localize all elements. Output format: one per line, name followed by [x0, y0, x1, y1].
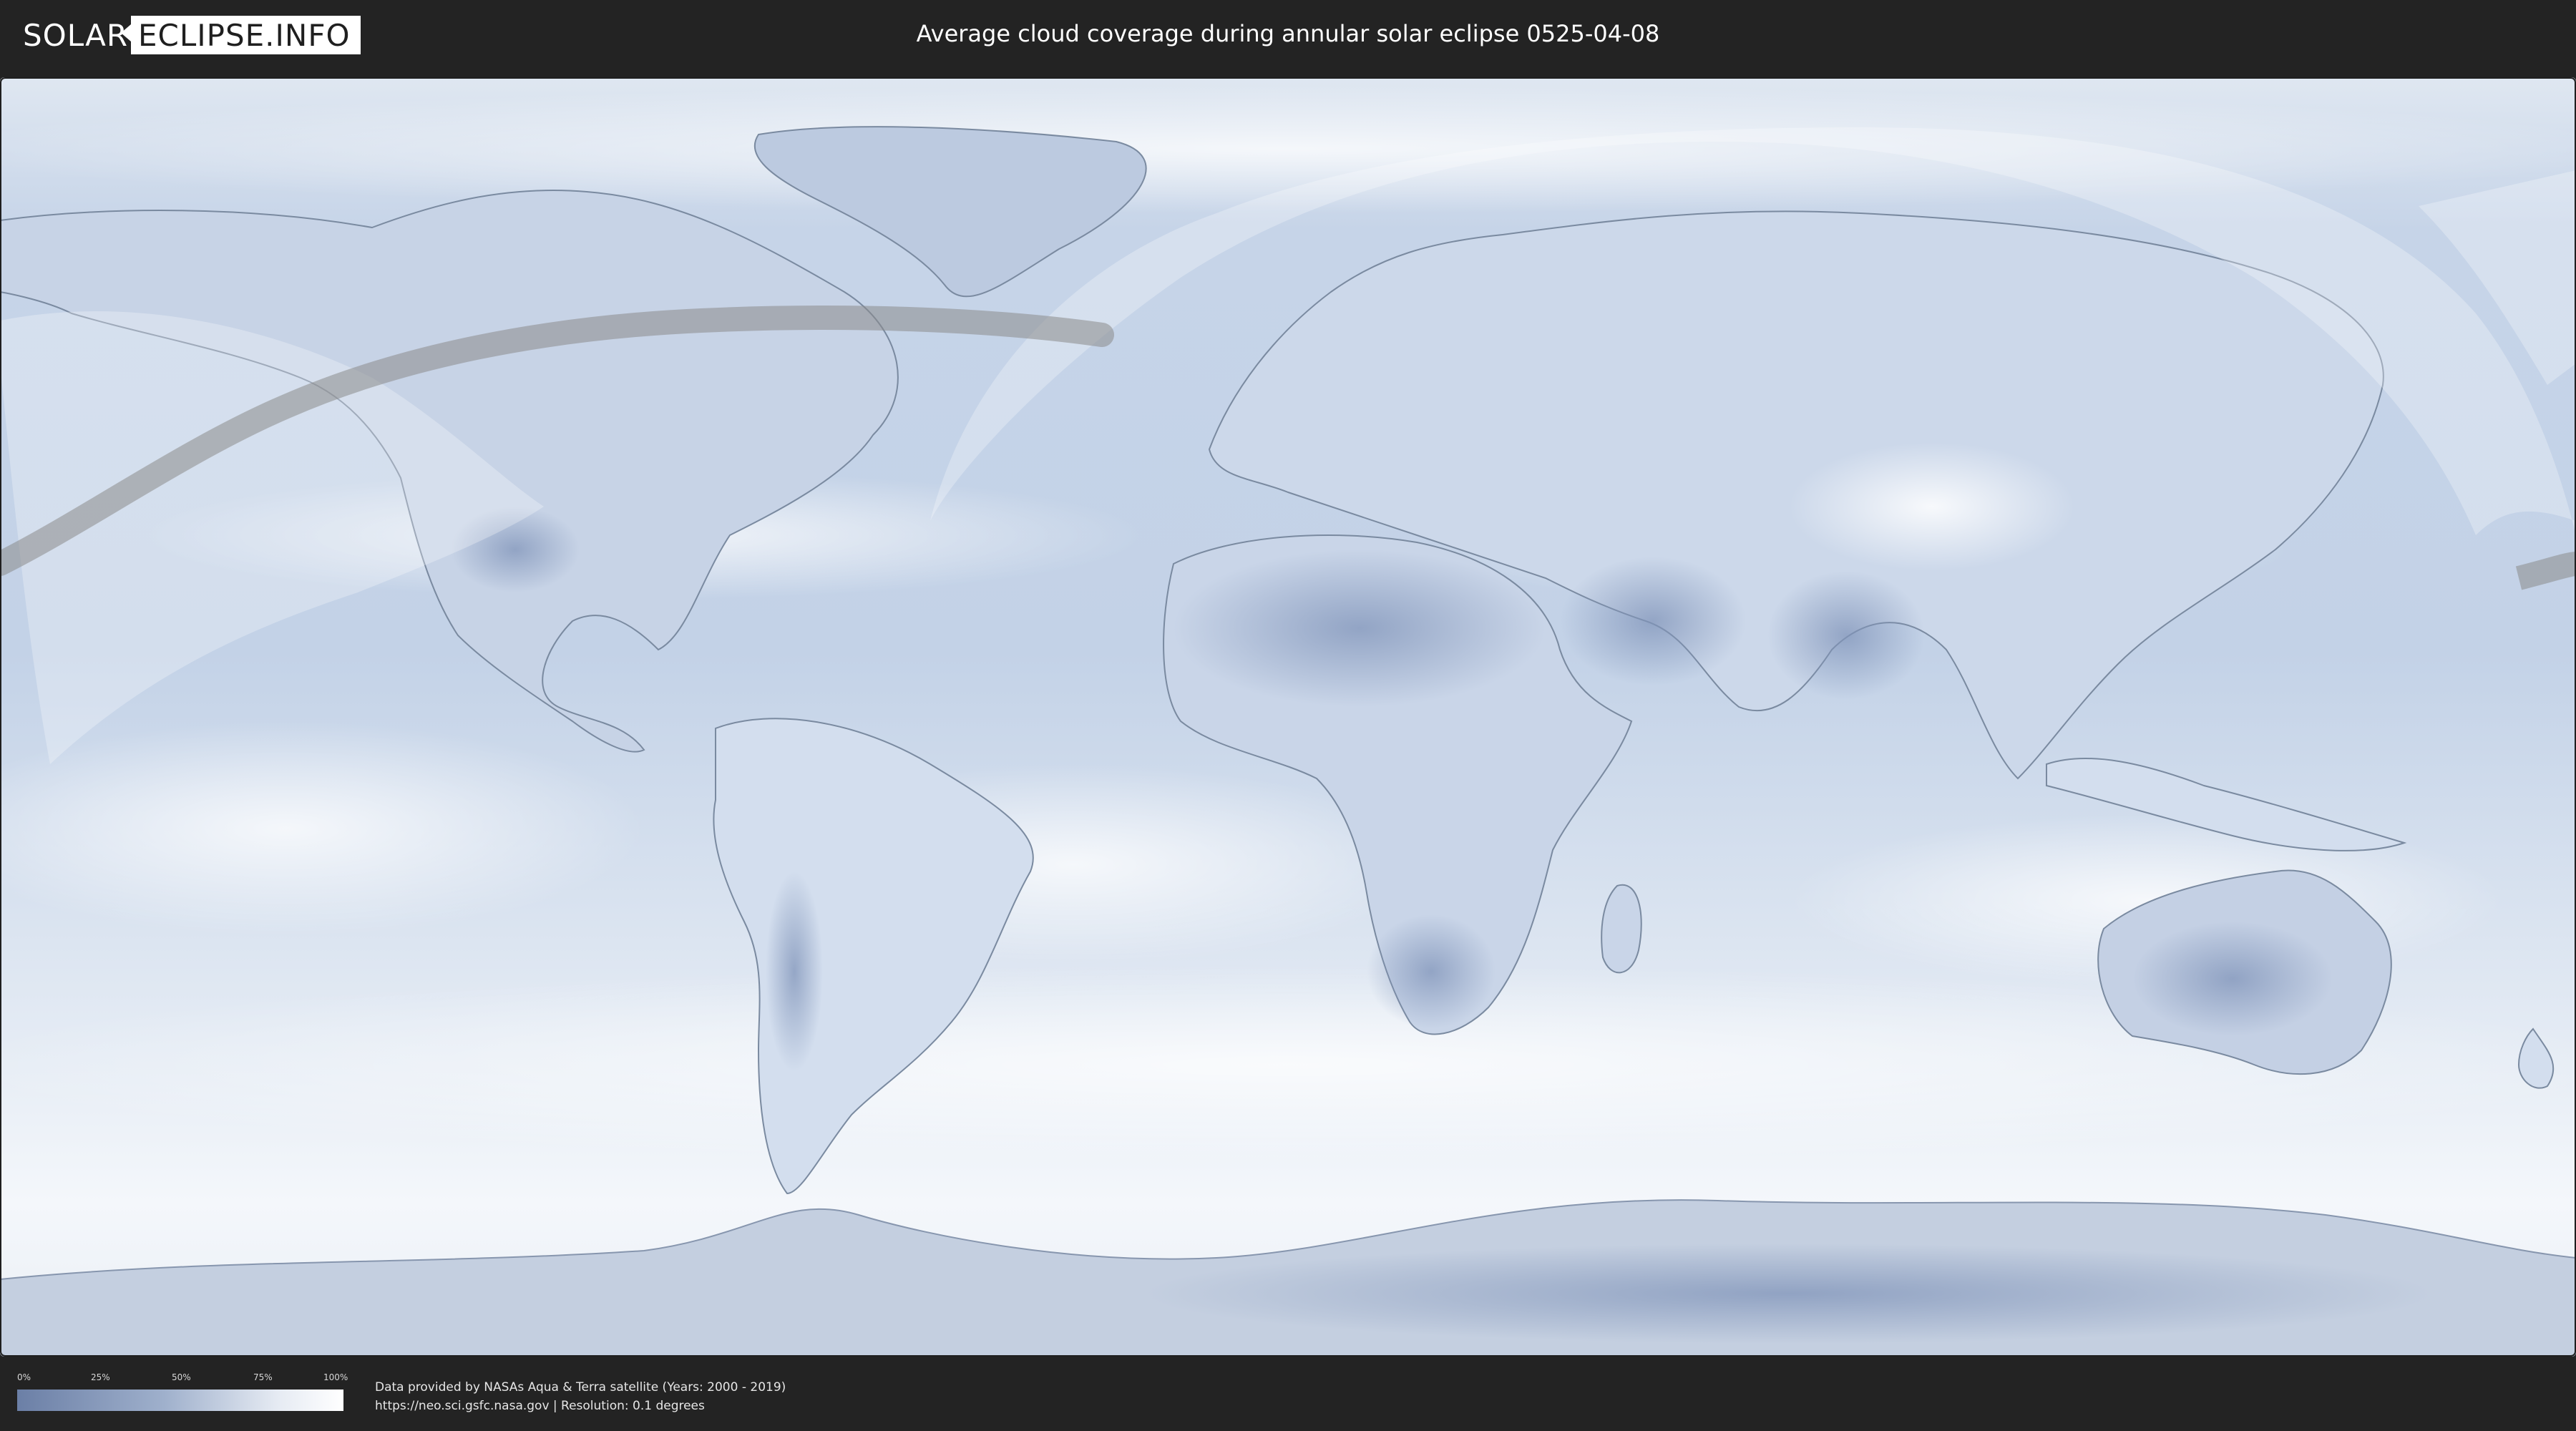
credits-line-2[interactable]: https://neo.sci.gsfc.nasa.gov | Resoluti… — [375, 1397, 786, 1415]
legend-ticks: 0% 25% 50% 75% 100% — [17, 1372, 348, 1390]
credits-line-1: Data provided by NASAs Aqua & Terra sate… — [375, 1380, 786, 1395]
kalahari-dark-region — [1367, 914, 1496, 1029]
tibet-light-region — [1789, 442, 2075, 571]
legend-tick-25: 25% — [91, 1372, 110, 1382]
legend-tick-75: 75% — [253, 1372, 273, 1382]
legend-tick-50: 50% — [172, 1372, 191, 1382]
india-dark-region — [1767, 571, 1925, 700]
legend-tick-0: 0% — [17, 1372, 31, 1382]
cloud-coverage-legend: 0% 25% 50% 75% 100% — [17, 1372, 348, 1411]
legend-tick-100: 100% — [323, 1372, 348, 1382]
data-credits: Data provided by NASAs Aqua & Terra sate… — [375, 1378, 786, 1415]
andes-dark-region — [766, 871, 823, 1072]
annular-eclipse-path-east — [2515, 552, 2576, 590]
header-bar: SOLAR ECLIPSE.INFO Average cloud coverag… — [0, 0, 2576, 70]
sahara-dark-region — [1174, 550, 1546, 707]
arabia-dark-region — [1560, 557, 1746, 685]
antarctica-dark-region — [1145, 1244, 2433, 1344]
map-title: Average cloud coverage during annular so… — [916, 20, 1660, 47]
world-map-svg — [0, 77, 2576, 1357]
legend-color-bar — [17, 1390, 343, 1411]
cloud-coverage-map[interactable] — [0, 77, 2576, 1357]
australia-dark-region — [2132, 922, 2333, 1036]
